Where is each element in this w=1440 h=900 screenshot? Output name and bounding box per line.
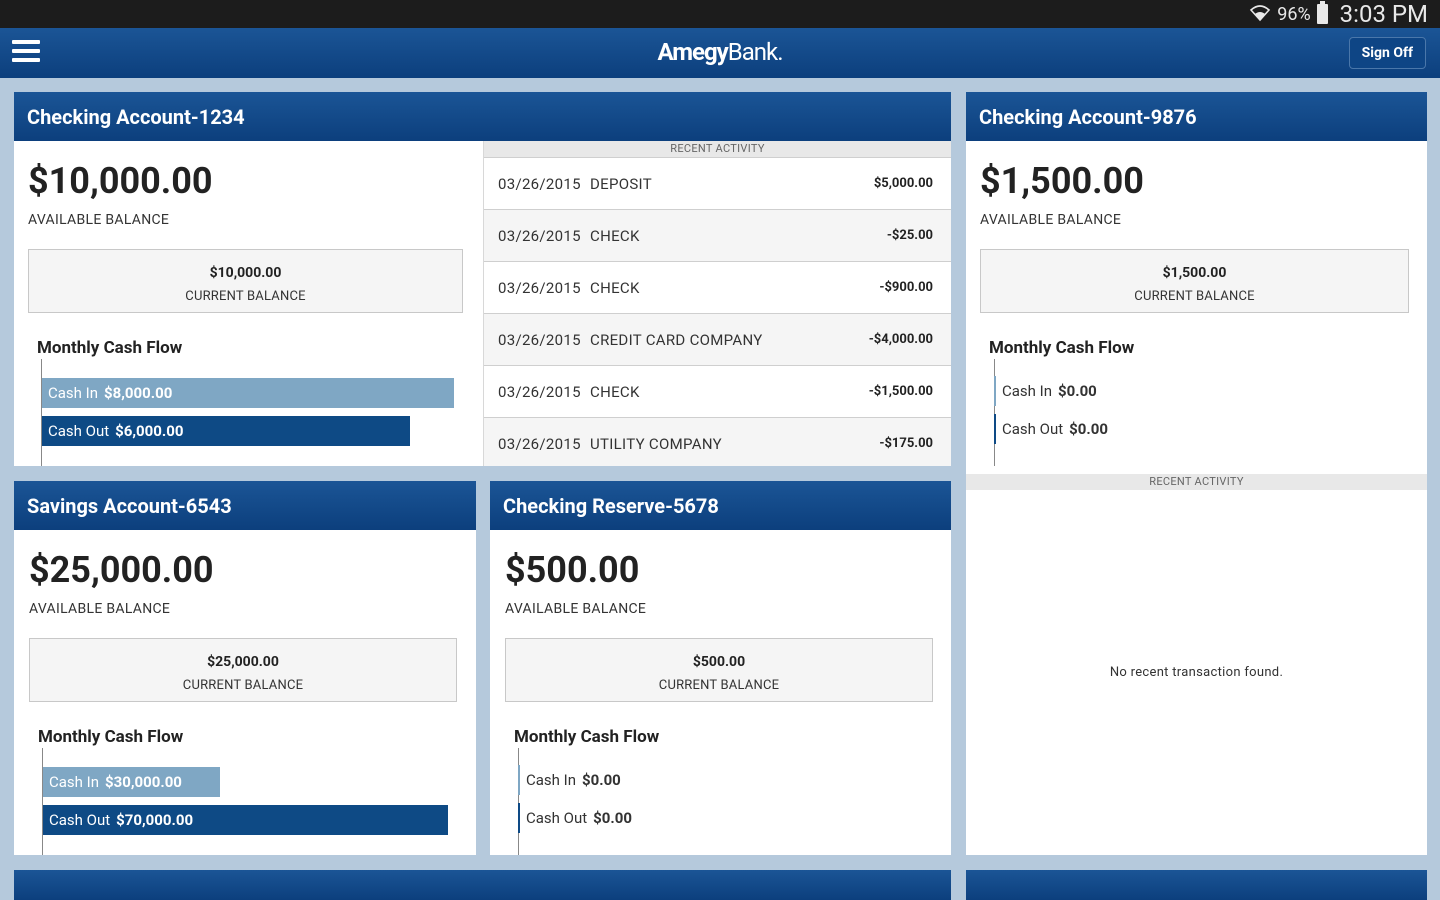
current-balance-amount: $500.00 [692, 654, 746, 670]
account-card-savings-6543: Savings Account-6543 $25,000.00 AVAILABL… [14, 481, 476, 855]
cash-out-bar: Cash Out $6,000.00 [42, 416, 410, 446]
amegy-bank-logo: AmegyBank. [657, 38, 783, 66]
account-title[interactable]: Checking Account-9876 [966, 92, 1427, 141]
transaction-row[interactable]: 03/26/2015 CHECK -$25.00 [484, 209, 951, 261]
chart-axis [41, 359, 42, 466]
sign-off-button[interactable]: Sign Off [1348, 37, 1426, 69]
account-card-reserve-5678: Checking Reserve-5678 $500.00 AVAILABLE … [490, 481, 951, 855]
transaction-row[interactable]: 03/26/2015 CHECK -$1,500.00 [484, 365, 951, 417]
next-account-card-header[interactable] [966, 870, 1427, 900]
transaction-row[interactable]: 03/26/2015 UTILITY COMPANY -$175.00 [484, 417, 951, 466]
current-balance-box: $10,000.00 CURRENT BALANCE [28, 249, 463, 313]
available-balance-label: AVAILABLE BALANCE [29, 601, 171, 617]
current-balance-label: CURRENT BALANCE [1134, 289, 1255, 304]
chart-axis [42, 748, 43, 855]
current-balance-amount: $25,000.00 [207, 654, 279, 670]
monthly-cash-flow-title: Monthly Cash Flow [38, 727, 184, 747]
current-balance-label: CURRENT BALANCE [185, 289, 306, 304]
current-balance-amount: $1,500.00 [1162, 265, 1227, 281]
available-balance-label: AVAILABLE BALANCE [28, 212, 170, 228]
current-balance-label: CURRENT BALANCE [658, 678, 780, 693]
account-title[interactable]: Savings Account-6543 [14, 481, 476, 530]
clock: 3:03 PM [1339, 0, 1428, 28]
account-card-checking-1234: Checking Account-1234 $10,000.00 AVAILAB… [14, 92, 951, 466]
recent-activity-panel: RECENT ACTIVITY No recent transaction fo… [966, 474, 1427, 855]
recent-activity-header: RECENT ACTIVITY [966, 474, 1427, 490]
cash-out-bar: Cash Out $0.00 [994, 414, 1194, 444]
app-header: AmegyBank. Sign Off [0, 28, 1440, 78]
current-balance-box: $1,500.00 CURRENT BALANCE [980, 249, 1409, 313]
battery-percent: 96% [1277, 3, 1311, 25]
current-balance-label: CURRENT BALANCE [182, 678, 304, 693]
empty-transactions-message: No recent transaction found. [1109, 665, 1284, 680]
cash-in-bar: Cash In $0.00 [518, 765, 718, 795]
cash-out-bar: Cash Out $70,000.00 [43, 805, 448, 835]
recent-activity-panel: RECENT ACTIVITY 03/26/2015 DEPOSIT $5,000.… [483, 141, 951, 466]
transaction-row[interactable]: 03/26/2015 CHECK -$900.00 [484, 261, 951, 313]
available-balance-amount: $1,500.00 [980, 160, 1144, 202]
battery-icon [1316, 1, 1328, 24]
cash-out-bar: Cash Out $0.00 [518, 803, 718, 833]
cash-in-bar: Cash In $30,000.00 [43, 767, 220, 797]
system-status-bar: 96% 3:03 PM [0, 0, 1440, 28]
monthly-cash-flow-title: Monthly Cash Flow [37, 338, 183, 358]
available-balance-amount: $500.00 [505, 549, 640, 591]
next-account-card-header[interactable] [14, 870, 951, 900]
account-card-checking-9876: Checking Account-9876 $1,500.00 AVAILABL… [966, 92, 1427, 855]
cash-in-bar: Cash In $0.00 [994, 376, 1194, 406]
transaction-row[interactable]: 03/26/2015 DEPOSIT $5,000.00 [484, 157, 951, 209]
cash-in-bar: Cash In $8,000.00 [42, 378, 454, 408]
monthly-cash-flow-title: Monthly Cash Flow [989, 338, 1135, 358]
recent-activity-header: RECENT ACTIVITY [484, 141, 951, 157]
available-balance-amount: $10,000.00 [28, 160, 213, 202]
monthly-cash-flow-title: Monthly Cash Flow [514, 727, 660, 747]
account-title[interactable]: Checking Account-1234 [14, 92, 951, 141]
current-balance-box: $500.00 CURRENT BALANCE [505, 638, 933, 702]
available-balance-amount: $25,000.00 [29, 549, 214, 591]
account-title[interactable]: Checking Reserve-5678 [490, 481, 951, 530]
current-balance-box: $25,000.00 CURRENT BALANCE [29, 638, 457, 702]
wifi-icon [1250, 5, 1271, 22]
current-balance-amount: $10,000.00 [209, 265, 282, 281]
available-balance-label: AVAILABLE BALANCE [505, 601, 647, 617]
available-balance-label: AVAILABLE BALANCE [980, 212, 1122, 228]
transaction-row[interactable]: 03/26/2015 CREDIT CARD COMPANY -$4,000.00 [484, 313, 951, 365]
